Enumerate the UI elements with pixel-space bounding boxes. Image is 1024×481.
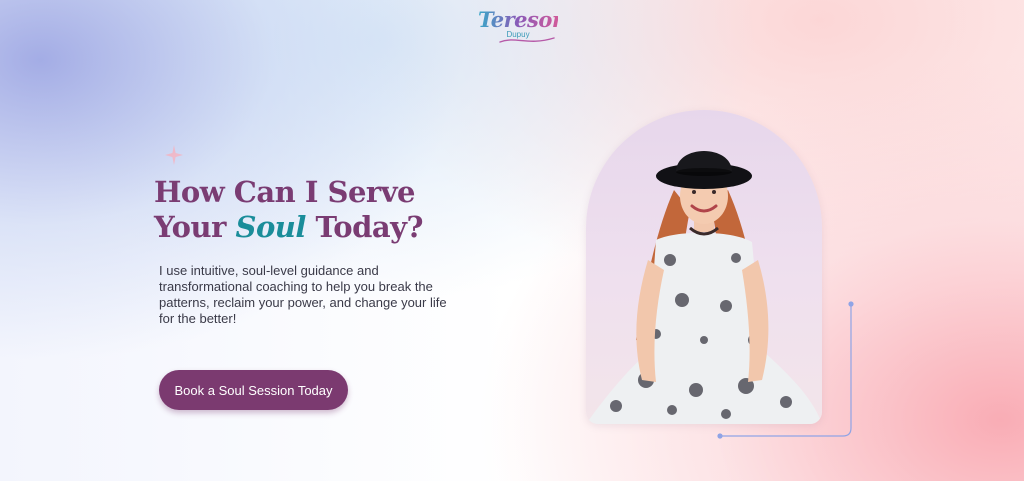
portrait-photo bbox=[586, 110, 822, 424]
portrait-illustration bbox=[586, 151, 822, 424]
decorative-connector-line bbox=[717, 301, 854, 439]
